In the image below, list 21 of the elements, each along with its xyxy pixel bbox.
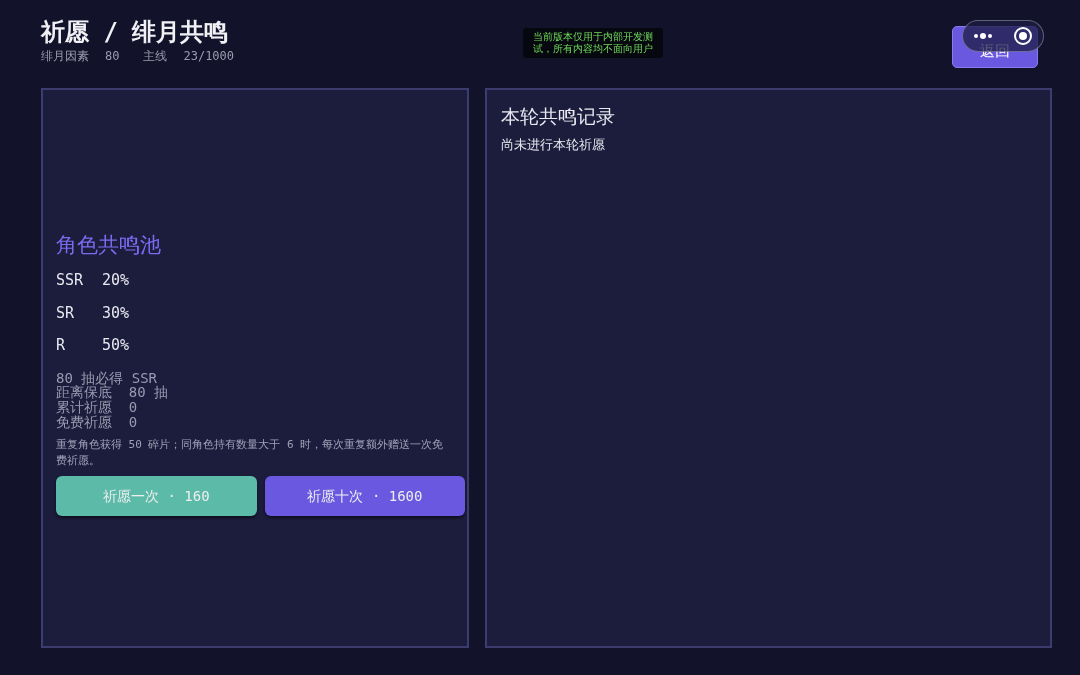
stat-value: 80 xyxy=(105,47,120,65)
rarity-label: R xyxy=(56,335,67,357)
rate-value: 50% xyxy=(102,335,130,357)
rarity-label: SSR xyxy=(56,270,85,292)
record-title: 本轮共鸣记录 xyxy=(501,104,617,129)
pool-title: 角色共鸣池 xyxy=(56,231,162,259)
notice-banner: 当前版本仅用于内部开发测 试，所有内容均不面向用户 xyxy=(523,28,663,58)
rule-note: 重复角色获得 50 碎片；同角色持有数量大于 6 时，每次重复额外赠送一次免费祈愿。 xyxy=(56,437,445,469)
empty-message: 尚未进行本轮祈愿 xyxy=(501,135,607,154)
rate-value: 20% xyxy=(102,270,130,292)
info-line: 80 抽必得 SSR xyxy=(56,370,157,386)
stat-label: 主线 xyxy=(143,47,168,65)
info-line: 累计祈愿 0 xyxy=(56,400,139,415)
page-title: 祈愿 / 绯月共鸣 xyxy=(41,18,230,47)
info-line: 距离保底 80 抽 xyxy=(56,385,170,401)
rarity-label: SR xyxy=(56,302,76,324)
stat-value: 23/1000 xyxy=(183,47,235,65)
info-line: 免费祈愿 0 xyxy=(56,414,139,430)
rate-value: 30% xyxy=(102,302,130,324)
stat-label: 绯月因素 xyxy=(41,47,89,65)
wish-button[interactable]: 祈愿十次 · 1600 xyxy=(264,476,466,517)
